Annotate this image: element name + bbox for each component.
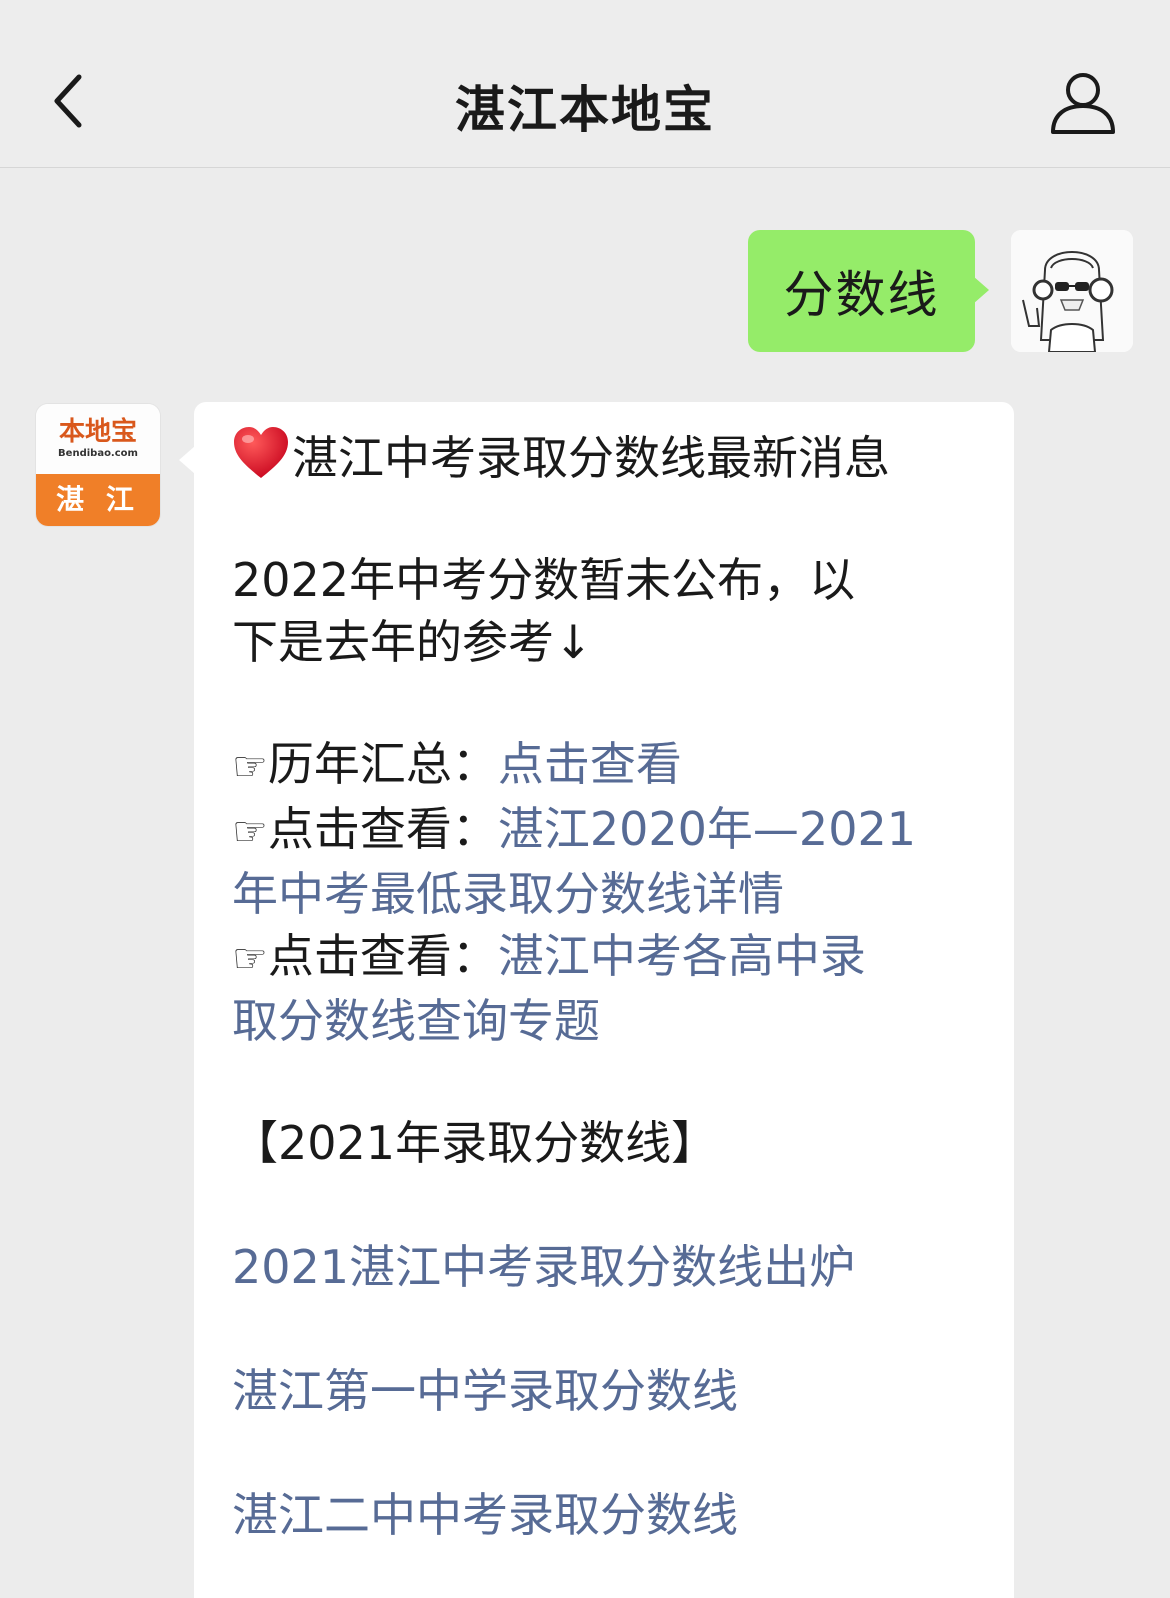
topic-link-continued[interactable]: 取分数线查询专题: [232, 990, 980, 1052]
no2-middle-school-link[interactable]: 湛江二中中考录取分数线: [232, 1484, 980, 1546]
score-announcement-link[interactable]: 2021湛江中考录取分数线出炉: [232, 1236, 980, 1298]
pointing-hand-icon: ☞: [232, 936, 268, 982]
avatar-logo-text: 本地宝: [58, 417, 137, 447]
avatar-logo: 本地宝 Bendibao.com: [36, 404, 160, 474]
top-navigation-bar: 湛江本地宝: [0, 0, 1170, 168]
topic-item-label: 点击查看：: [267, 929, 498, 983]
heart-icon: [234, 427, 288, 478]
chat-area: 分数线 本地宝 Bendibao.com 湛 江 湛江中考录取分数线最新消息 2…: [0, 168, 1170, 1598]
avatar-url-text: Bendibao.com: [58, 448, 138, 459]
summary-item-label: 历年汇总：: [267, 737, 498, 791]
min-score-link[interactable]: 湛江2020年—2021: [498, 802, 916, 856]
min-score-link-continued[interactable]: 年中考最低录取分数线详情: [232, 863, 980, 925]
person-icon: [1051, 73, 1115, 134]
min-score-item-label: 点击查看：: [267, 802, 498, 856]
reply-message-bubble: 湛江中考录取分数线最新消息 2022年中考分数暂未公布，以 下是去年的参考↓ ☞…: [179, 402, 1014, 1598]
user-avatar[interactable]: [1011, 230, 1133, 352]
reply-heading: 湛江中考录取分数线最新消息: [292, 431, 890, 485]
intro-line-1: 2022年中考分数暂未公布，以: [232, 553, 856, 607]
summary-item: ☞历年汇总：点击查看: [232, 733, 980, 798]
user-message-bubble[interactable]: 分数线: [748, 230, 989, 352]
min-score-item: ☞点击查看：湛江2020年—2021: [232, 798, 980, 863]
reply-heading-line: 湛江中考录取分数线最新消息: [232, 426, 980, 489]
topic-link[interactable]: 湛江中考各高中录: [498, 929, 866, 983]
official-account-avatar[interactable]: 本地宝 Bendibao.com 湛 江: [36, 404, 160, 526]
user-message-text: 分数线: [783, 266, 940, 324]
pointing-hand-icon: ☞: [232, 809, 268, 855]
avatar-city-text: 湛 江: [36, 474, 160, 526]
pointing-hand-icon: ☞: [232, 744, 268, 790]
intro-line-2: 下是去年的参考↓: [232, 615, 593, 669]
page-title: 湛江本地宝: [455, 81, 715, 139]
cartoon-avatar-icon: [1011, 230, 1133, 352]
summary-link[interactable]: 点击查看: [498, 737, 682, 791]
profile-button[interactable]: [1048, 70, 1118, 136]
no1-middle-school-link[interactable]: 湛江第一中学录取分数线: [232, 1360, 980, 1422]
topic-item: ☞点击查看：湛江中考各高中录: [232, 925, 980, 990]
section-title: 【2021年录取分数线】: [232, 1116, 718, 1170]
